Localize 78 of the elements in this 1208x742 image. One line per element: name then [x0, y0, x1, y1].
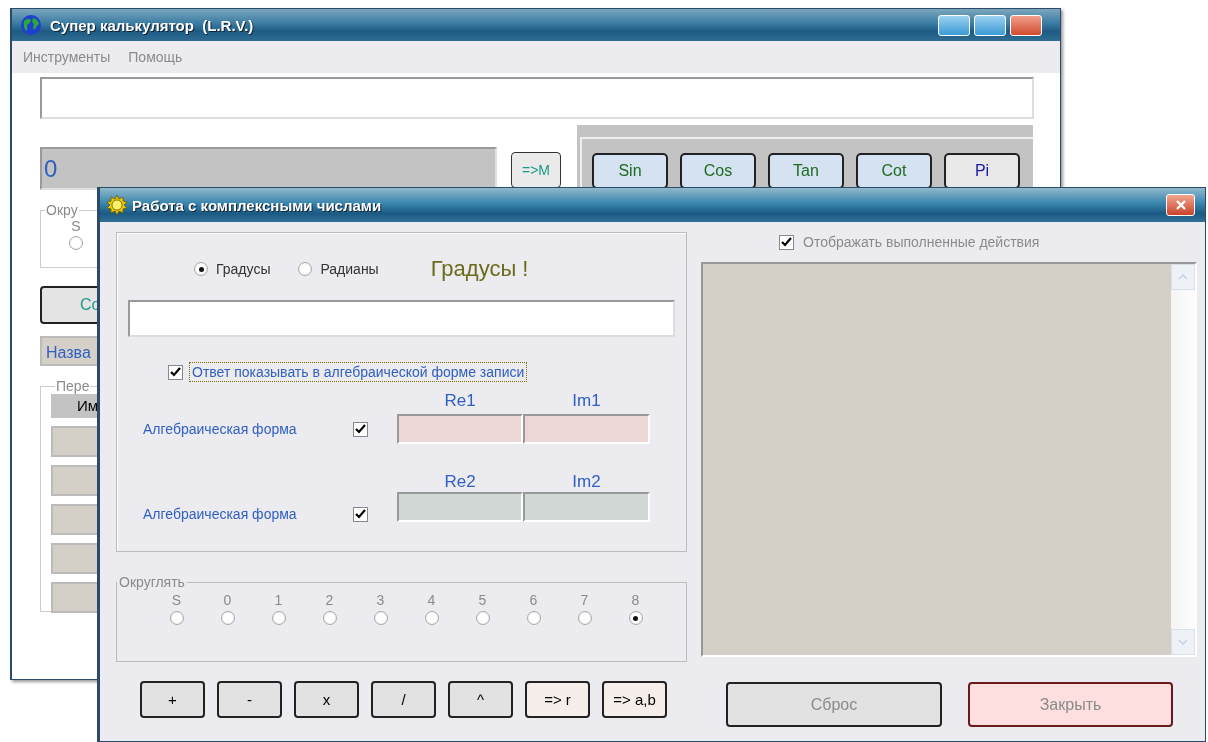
option-label: 8 — [631, 592, 640, 608]
value-field[interactable] — [397, 492, 523, 522]
radio-button[interactable] — [526, 611, 541, 625]
value-field[interactable] — [397, 414, 523, 444]
minimize-button[interactable] — [938, 14, 970, 36]
operation-button[interactable]: => r — [525, 681, 590, 718]
column-header: Im2 — [571, 472, 602, 492]
option-label: 1 — [274, 592, 283, 608]
radio-button[interactable] — [271, 611, 286, 625]
group-label: Округлять — [118, 574, 186, 590]
reset-button[interactable]: Сброс — [726, 682, 942, 727]
menu-item[interactable]: Помощь — [128, 49, 183, 65]
option-label: S — [71, 218, 81, 234]
row-label: Алгебраическая форма — [143, 421, 298, 437]
close-button[interactable] — [1010, 14, 1042, 36]
function-button[interactable]: Sin — [592, 153, 668, 189]
maximize-button[interactable] — [974, 14, 1006, 36]
radio-button[interactable] — [475, 611, 490, 625]
radio-button[interactable] — [628, 611, 643, 625]
row-label: Алгебраическая форма — [143, 506, 298, 522]
checkbox-label: Отображать выполненные действия — [803, 234, 1040, 250]
radio-button[interactable] — [194, 262, 208, 276]
status-text: Градусы ! — [430, 256, 529, 282]
window-title: Супер калькулятор (L.R.V.) — [50, 16, 254, 34]
radio-button[interactable] — [69, 236, 83, 250]
radio-button[interactable] — [322, 611, 337, 625]
column-header: Им — [77, 396, 99, 416]
close-button[interactable] — [1166, 194, 1195, 216]
option-label: Радианы — [320, 261, 379, 277]
operation-button[interactable]: + — [140, 681, 205, 718]
radio-button[interactable] — [577, 611, 592, 625]
close-icon — [1174, 200, 1187, 210]
option-label: 4 — [427, 592, 436, 608]
radio-button[interactable] — [298, 262, 313, 276]
function-button[interactable]: Tan — [768, 153, 844, 189]
checkbox[interactable] — [779, 234, 794, 250]
radio-button[interactable] — [220, 611, 235, 625]
option-label: 7 — [580, 592, 589, 608]
checkbox-label: Ответ показывать в алгебраической форме записи — [189, 362, 528, 382]
column-header: Re1 — [443, 391, 477, 411]
operation-button[interactable]: ^ — [448, 681, 513, 718]
operation-button[interactable]: x — [294, 681, 359, 718]
function-button[interactable]: Cot — [856, 153, 932, 189]
value-field[interactable] — [523, 492, 650, 522]
display-field: 0 — [40, 147, 497, 190]
close-button[interactable]: Закрыть — [968, 682, 1173, 727]
function-button[interactable]: Cos — [680, 153, 756, 189]
memory-button[interactable]: =>M — [511, 152, 561, 188]
group-label: Пере — [55, 378, 91, 394]
radio-button[interactable] — [373, 611, 388, 625]
menu-item[interactable]: Инструменты — [23, 49, 111, 65]
window-title: Работа с комплексными числами — [132, 196, 382, 214]
option-label: 0 — [223, 592, 232, 608]
option-label: 5 — [478, 592, 487, 608]
sun-icon — [106, 194, 128, 216]
chevron-up-icon — [1178, 274, 1188, 280]
option-label: 2 — [325, 592, 334, 608]
option-label: 3 — [376, 592, 385, 608]
input-field[interactable] — [40, 77, 1034, 119]
input-field[interactable] — [128, 300, 675, 337]
column-header: Re2 — [443, 472, 477, 492]
operation-button[interactable]: => a,b — [602, 681, 667, 718]
radio-button[interactable] — [424, 611, 439, 625]
group-label: Окру — [45, 202, 79, 218]
globe-icon — [20, 14, 42, 36]
checkbox[interactable] — [353, 421, 368, 437]
chevron-down-icon — [1178, 639, 1188, 645]
operation-button[interactable]: / — [371, 681, 436, 718]
operation-button[interactable]: - — [217, 681, 282, 718]
checkbox[interactable] — [353, 507, 368, 522]
function-button[interactable]: Pi — [944, 153, 1020, 189]
column-header: Im1 — [571, 391, 602, 411]
option-label: S — [171, 592, 182, 608]
value-field[interactable] — [523, 414, 650, 444]
radio-button[interactable] — [169, 611, 184, 625]
checkbox[interactable] — [168, 364, 183, 380]
option-label: Градусы — [216, 261, 271, 277]
option-label: 6 — [529, 592, 538, 608]
